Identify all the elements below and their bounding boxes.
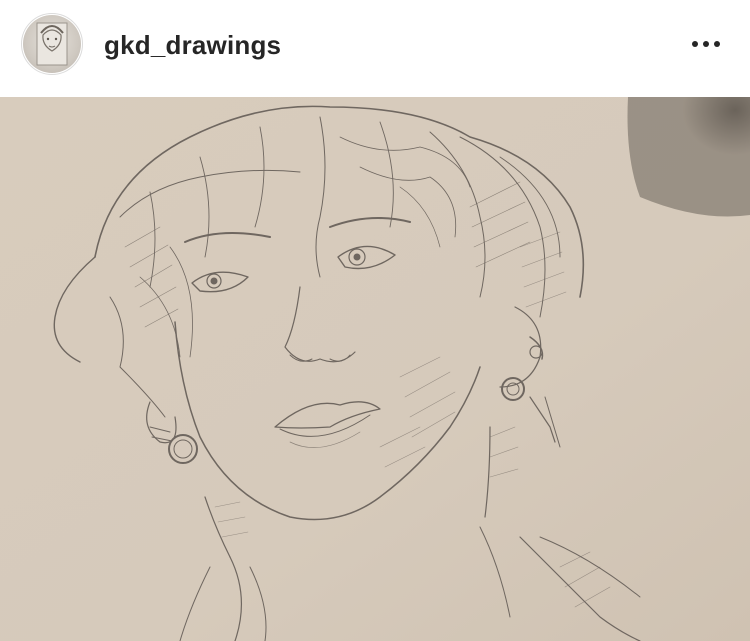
username-link[interactable]: gkd_drawings	[104, 30, 281, 61]
more-options-dot	[703, 41, 709, 47]
pencil-sketch-drawing	[0, 97, 750, 641]
post-header: gkd_drawings	[0, 0, 750, 97]
avatar[interactable]	[21, 13, 83, 75]
avatar-image	[23, 15, 81, 73]
avatar-sketch-icon	[36, 22, 68, 66]
more-options-dot	[714, 41, 720, 47]
more-options-icon	[692, 41, 698, 47]
post-image[interactable]	[0, 97, 750, 641]
more-options-button[interactable]	[684, 28, 728, 60]
